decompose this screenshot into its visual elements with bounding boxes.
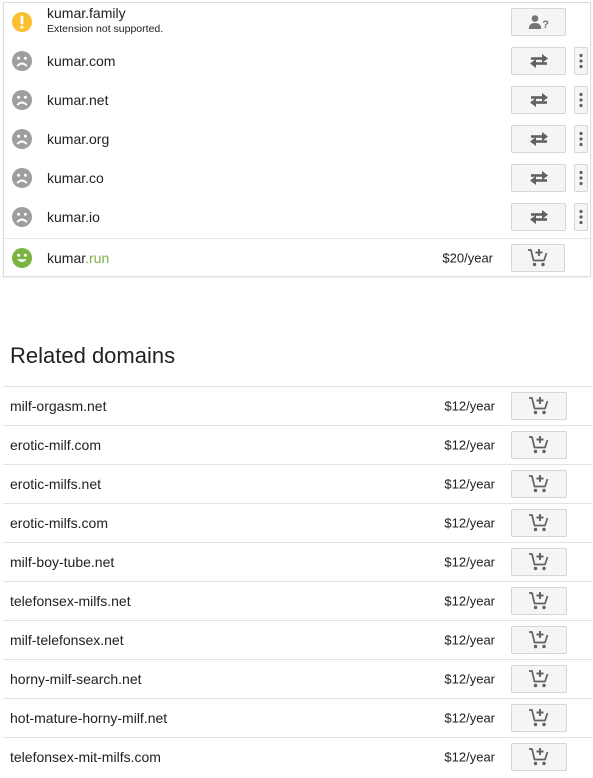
domain-sld: kumar [47, 91, 86, 108]
related-domain-price: $12/year [444, 593, 495, 609]
domain-status-note: Extension not supported. [47, 23, 164, 35]
related-domain-price: $12/year [444, 632, 495, 648]
sad-face-icon [11, 206, 33, 228]
domain-sld: kumar [47, 169, 86, 186]
domain-result-row: kumar.io [4, 197, 590, 236]
search-results-card: kumar.family Extension not supported. ? k… [3, 2, 591, 277]
transfer-button[interactable] [511, 202, 566, 231]
related-domain-price: $12/year [444, 749, 495, 765]
add-to-cart-button[interactable] [511, 626, 567, 654]
domain-name: kumar.co [47, 170, 104, 186]
related-domain-row: erotic-milfs.net $12/year [3, 464, 592, 503]
more-options-button[interactable] [574, 124, 588, 153]
domain-result-row: kumar.net [4, 80, 590, 119]
domain-name: kumar.run [47, 250, 109, 266]
related-domains-title: Related domains [10, 343, 176, 368]
domain-tld: .com [85, 52, 116, 69]
related-domain-row: erotic-milfs.com $12/year [3, 503, 592, 542]
more-options-button[interactable] [574, 85, 588, 114]
more-options-button[interactable] [574, 46, 588, 75]
add-to-cart-button[interactable] [511, 244, 565, 272]
sad-face-icon [11, 89, 33, 111]
domain-sld: kumar [47, 5, 86, 21]
related-domain-price: $12/year [444, 671, 495, 687]
related-domain-name: horny-milf-search.net [10, 671, 142, 687]
sad-face-icon [11, 50, 33, 72]
sad-face-icon [11, 167, 33, 189]
related-domain-name: erotic-milfs.com [10, 515, 109, 531]
domain-name: kumar.io [47, 209, 100, 225]
contact-owner-button[interactable]: ? [511, 8, 566, 36]
related-domain-name: milf-orgasm.net [10, 398, 107, 414]
domain-result-row: kumar.com [4, 41, 590, 80]
related-domain-row: erotic-milf.com $12/year [3, 425, 592, 464]
domain-name: kumar.family Extension not supported. [47, 5, 163, 35]
domain-price: $20/year [442, 250, 493, 266]
happy-face-icon [11, 247, 33, 269]
related-domain-row: milf-orgasm.net $12/year [3, 386, 592, 425]
domain-name: kumar.org [47, 131, 109, 147]
related-domain-row: milf-boy-tube.net $12/year [3, 542, 592, 581]
transfer-button[interactable] [511, 85, 566, 114]
related-domain-price: $12/year [444, 554, 495, 570]
warning-icon [11, 11, 33, 33]
add-to-cart-button[interactable] [511, 704, 567, 732]
sad-face-icon [11, 128, 33, 150]
related-domain-price: $12/year [444, 398, 495, 414]
add-to-cart-button[interactable] [511, 509, 567, 537]
related-domain-name: erotic-milf.com [10, 437, 102, 453]
domain-tld: .co [85, 169, 104, 186]
svg-text:?: ? [542, 19, 549, 30]
domain-result-row: kumar.org [4, 119, 590, 158]
add-to-cart-button[interactable] [511, 392, 567, 420]
related-domains-list: milf-orgasm.net $12/year erotic-milf.com $… [3, 386, 592, 776]
domain-sld: kumar [47, 130, 86, 147]
related-domain-price: $12/year [444, 710, 495, 726]
transfer-button[interactable] [511, 124, 566, 153]
related-domain-row: telefonsex-mit-milfs.com $12/year [3, 737, 592, 776]
domain-sld: kumar [47, 250, 86, 266]
domain-result-row: kumar.run $20/year [4, 238, 590, 277]
related-domain-row: milf-telefonsex.net $12/year [3, 620, 592, 659]
related-domain-name: hot-mature-horny-milf.net [10, 710, 168, 726]
related-domain-row: horny-milf-search.net $12/year [3, 659, 592, 698]
transfer-button[interactable] [511, 46, 566, 75]
domain-sld: kumar [47, 52, 86, 69]
add-to-cart-button[interactable] [511, 470, 567, 498]
related-domain-name: telefonsex-milfs.net [10, 593, 131, 609]
domain-tld: .run [85, 250, 110, 266]
related-domain-name: telefonsex-mit-milfs.com [10, 749, 161, 765]
domain-tld: .family [85, 5, 126, 21]
related-domain-name: milf-telefonsex.net [10, 632, 124, 648]
add-to-cart-button[interactable] [511, 587, 567, 615]
related-domain-name: erotic-milfs.net [10, 476, 102, 492]
add-to-cart-button[interactable] [511, 743, 567, 771]
more-options-button[interactable] [574, 202, 588, 231]
related-domain-name: milf-boy-tube.net [10, 554, 115, 570]
domain-result-row: kumar.co [4, 158, 590, 197]
domain-tld: .net [85, 91, 109, 108]
add-to-cart-button[interactable] [511, 665, 567, 693]
related-domain-price: $12/year [444, 437, 495, 453]
domain-name: kumar.com [47, 53, 115, 69]
domain-name: kumar.net [47, 92, 108, 108]
domain-result-row: kumar.family Extension not supported. ? [4, 3, 590, 41]
domain-sld: kumar [47, 208, 86, 225]
add-to-cart-button[interactable] [511, 431, 567, 459]
domain-tld: .org [85, 130, 110, 147]
related-domain-price: $12/year [444, 476, 495, 492]
related-domain-price: $12/year [444, 515, 495, 531]
transfer-button[interactable] [511, 163, 566, 192]
add-to-cart-button[interactable] [511, 548, 567, 576]
more-options-button[interactable] [574, 163, 588, 192]
domain-tld: .io [85, 208, 100, 225]
related-domain-row: hot-mature-horny-milf.net $12/year [3, 698, 592, 737]
related-domain-row: telefonsex-milfs.net $12/year [3, 581, 592, 620]
